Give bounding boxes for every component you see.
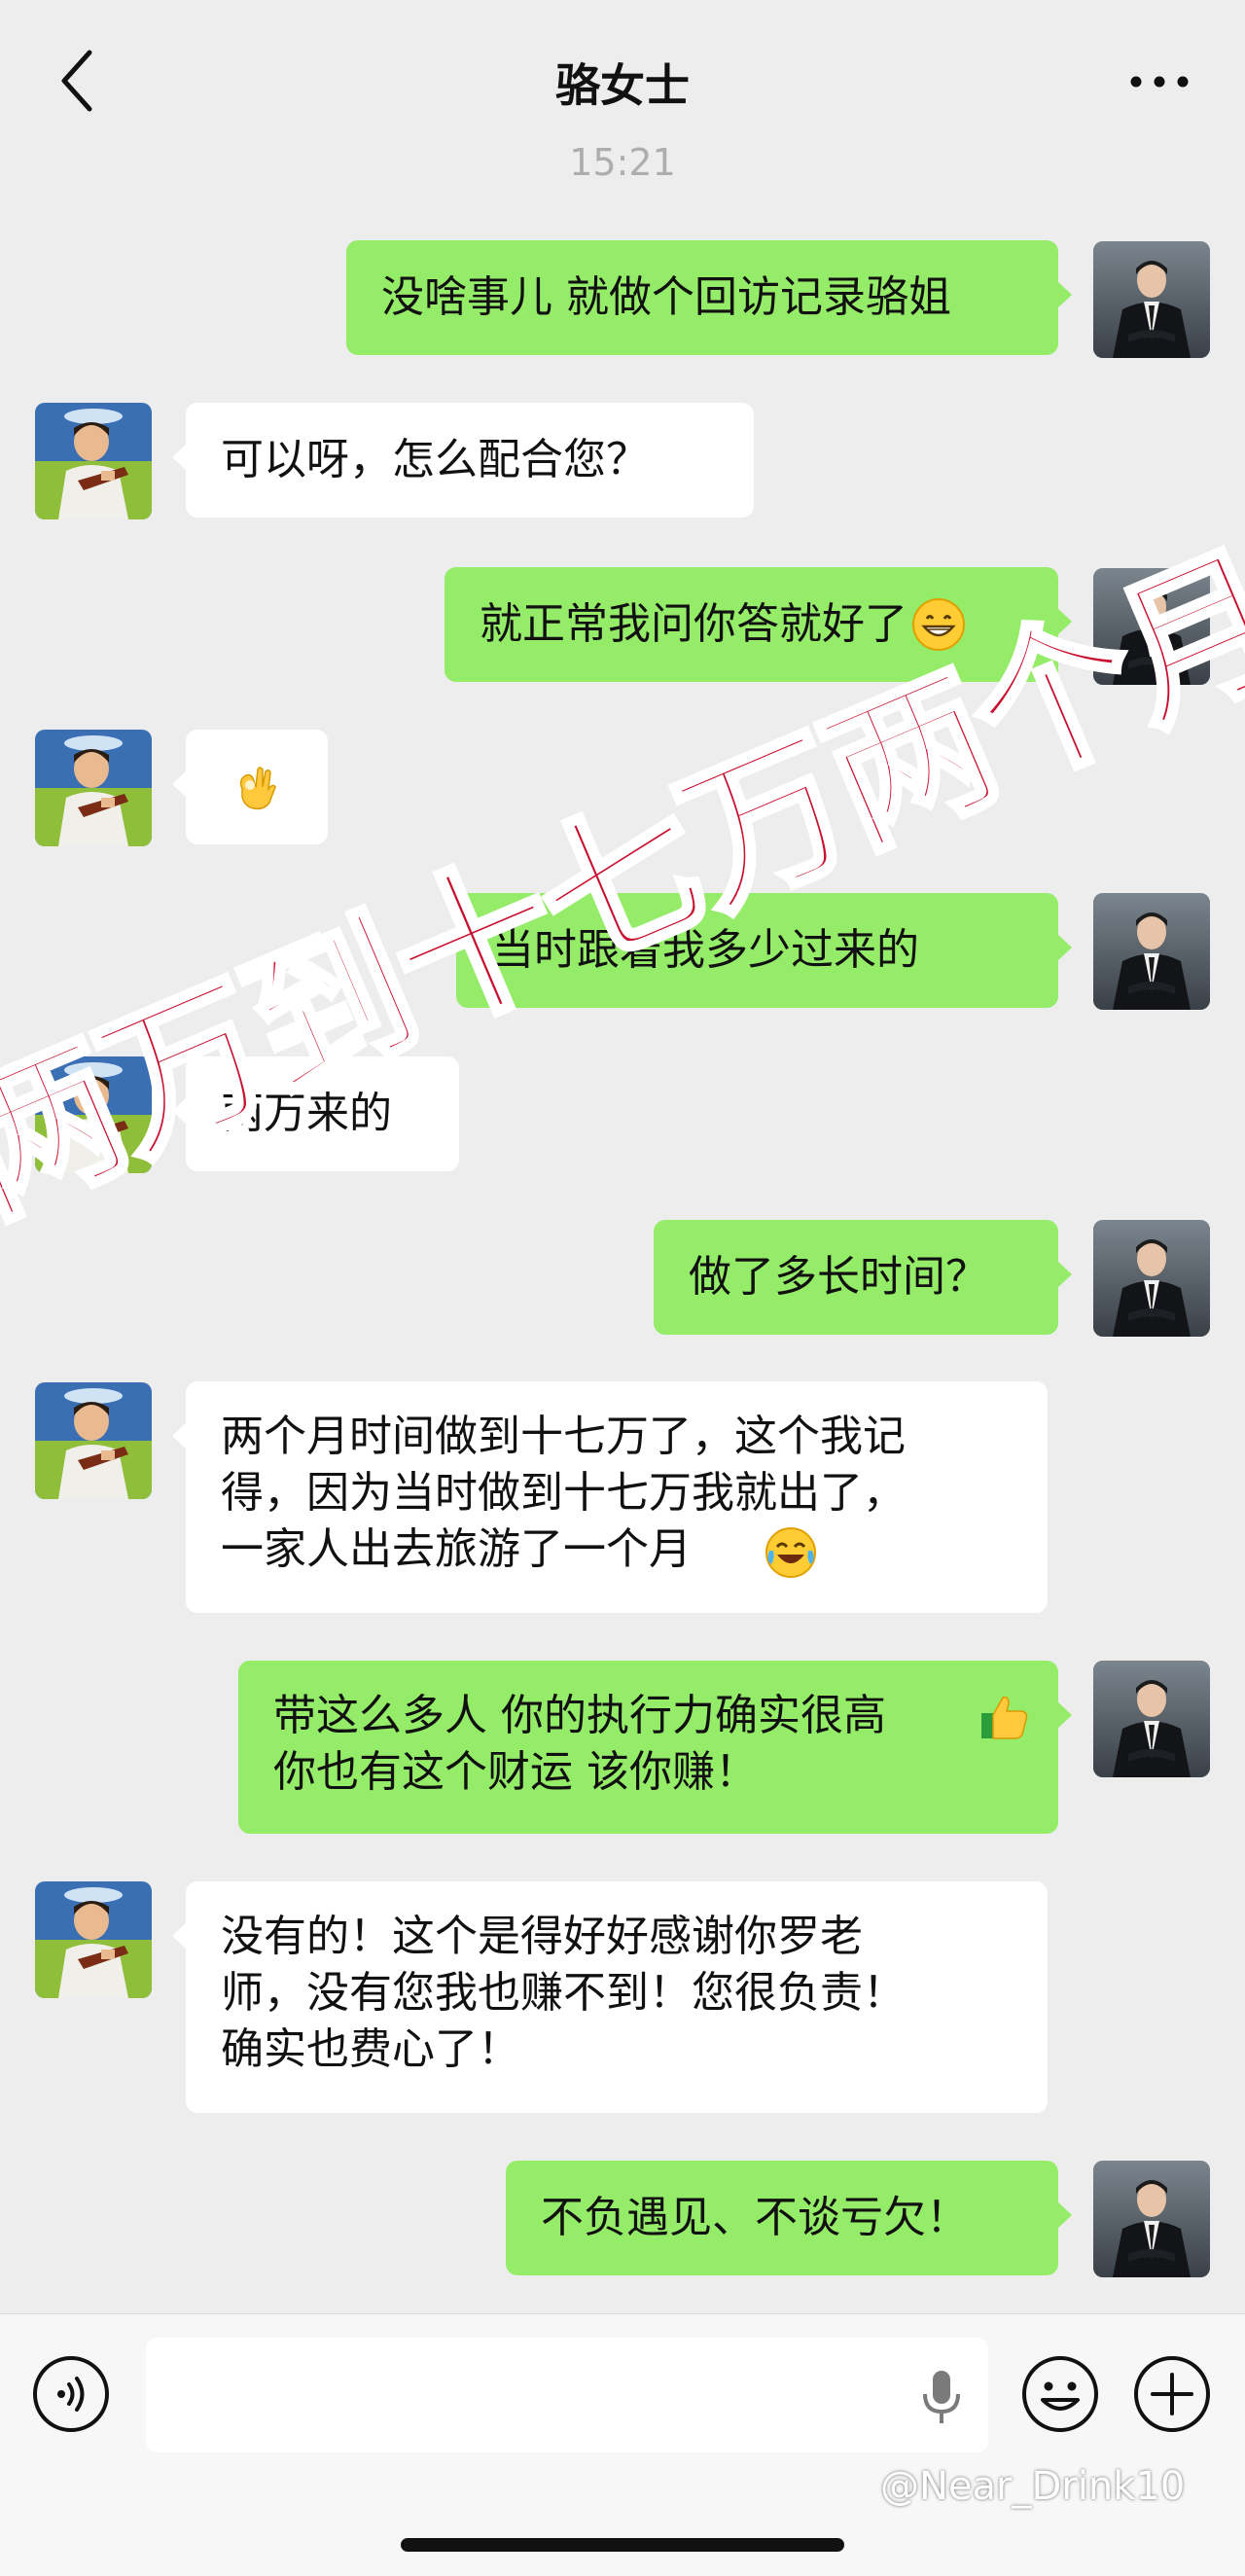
my-avatar[interactable] [1093,241,1210,358]
incoming-message[interactable]: 没有的！这个是得好好感谢你罗老 师，没有您我也赚不到！您很负责！ 确实也费心了！ [172,1881,1048,2113]
thumbs-up-emoji-icon [981,1696,1028,1739]
watermark-text: @Near_Drink10 [880,2464,1186,2509]
contact-avatar[interactable] [35,1881,152,1998]
incoming-message[interactable]: 两个月时间做到十七万了，这个我记 得，因为当时做到十七万我就出了， 一家人出去旅… [172,1381,1048,1613]
incoming-message[interactable]: 可以呀，怎么配合您？ [172,403,754,518]
chat-title: 骆女士 [555,59,690,112]
outgoing-message[interactable]: 不负遇见、不谈亏欠！ [506,2161,1072,2275]
my-avatar[interactable] [1093,2161,1210,2277]
message-text: 就正常我问你答就好了 [480,599,907,649]
message-input[interactable] [146,2338,988,2452]
message-text: 没啥事儿 就做个回访记录骆姐 [381,272,951,322]
message-timestamp: 15:21 [569,141,676,184]
voice-icon[interactable] [32,2355,110,2433]
message-text: 不负遇见、不谈亏欠！ [541,2193,969,2242]
outgoing-message[interactable]: 做了多长时间？ [654,1220,1072,1335]
contact-avatar[interactable] [35,1382,152,1499]
input-bar [0,2313,1245,2576]
contact-avatar[interactable] [35,403,152,519]
my-avatar[interactable] [1093,1220,1210,1337]
outgoing-message[interactable]: 带这么多人 你的执行力确实很高 你也有这个财运 该你赚！ [238,1661,1072,1834]
my-avatar[interactable] [1093,1661,1210,1777]
home-indicator[interactable] [401,2538,844,2552]
tears-of-joy-emoji-icon [765,1527,816,1578]
plus-icon[interactable] [1133,2355,1211,2433]
message-text: 带这么多人 你的执行力确实很高 你也有这个财运 该你赚！ [273,1691,886,1797]
contact-avatar[interactable] [35,730,152,846]
my-avatar[interactable] [1093,893,1210,1010]
message-text: 可以呀，怎么配合您？ [221,435,649,484]
more-options-icon[interactable] [1130,76,1189,88]
ok-hand-emoji-icon [239,767,276,810]
smiley-icon[interactable] [1021,2355,1099,2433]
outgoing-message[interactable]: 没啥事儿 就做个回访记录骆姐 [346,240,1072,355]
incoming-message[interactable] [172,730,328,844]
message-text: 做了多长时间？ [689,1252,988,1302]
microphone-icon[interactable] [920,2369,963,2425]
chat-header: 骆女士 [0,0,1245,141]
message-text: 没有的！这个是得好好感谢你罗老 师，没有您我也赚不到！您很负责！ 确实也费心了！ [221,1912,906,2074]
